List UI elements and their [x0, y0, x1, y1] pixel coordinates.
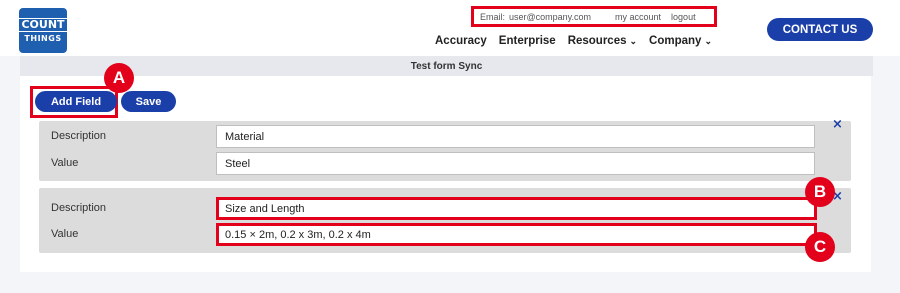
chevron-down-icon: ⌄ [704, 35, 712, 46]
value-label: Value [51, 228, 79, 240]
value-label: Value [51, 157, 79, 169]
nav-item-accuracy[interactable]: Accuracy [435, 35, 487, 47]
annotation-marker-c: C [805, 232, 835, 262]
description-label: Description [51, 130, 107, 142]
annotation-marker-a: A [104, 63, 134, 93]
page-title-bar: Test form Sync [20, 56, 873, 76]
description-input[interactable]: Material [216, 125, 815, 148]
nav-item-enterprise[interactable]: Enterprise [499, 35, 556, 47]
nav-item-company[interactable]: Company ⌄ [649, 35, 712, 47]
contact-us-button[interactable]: CONTACT US [767, 18, 873, 41]
page-title: Test form Sync [410, 60, 483, 72]
logout-link[interactable]: logout [671, 12, 696, 22]
description-input[interactable]: Size and Length [216, 197, 817, 220]
add-field-button[interactable]: Add Field [35, 91, 117, 112]
value-input[interactable]: 0.15 × 2m, 0.2 x 3m, 0.2 x 4m [216, 223, 817, 246]
account-bar: Email: user@company.com my account logou… [471, 6, 717, 27]
logo-text-count: COUNT [18, 18, 68, 32]
nav-item-label: Company [649, 35, 702, 47]
save-button[interactable]: Save [121, 91, 176, 112]
value-input[interactable]: Steel [216, 152, 815, 175]
logo-text-things: THINGS [24, 34, 62, 43]
chevron-down-icon: ⌄ [629, 35, 638, 46]
nav-item-label: Accuracy [435, 35, 487, 47]
close-icon[interactable]: × [832, 117, 843, 132]
nav-item-label: Enterprise [498, 35, 556, 47]
my-account-link[interactable]: my account [615, 12, 661, 22]
main-nav: Accuracy Enterprise Resources ⌄ Company … [435, 35, 724, 47]
email-label: Email: [480, 11, 506, 22]
email-value: user@company.com [509, 11, 592, 22]
description-label: Description [51, 202, 107, 214]
annotation-marker-b: B [805, 177, 835, 207]
count-things-logo[interactable]: COUNT THINGS [18, 8, 68, 53]
nav-item-resources[interactable]: Resources ⌄ [568, 35, 637, 47]
site-header: COUNT THINGS Email: user@company.com my … [0, 0, 900, 56]
nav-item-label: Resources [567, 35, 627, 47]
